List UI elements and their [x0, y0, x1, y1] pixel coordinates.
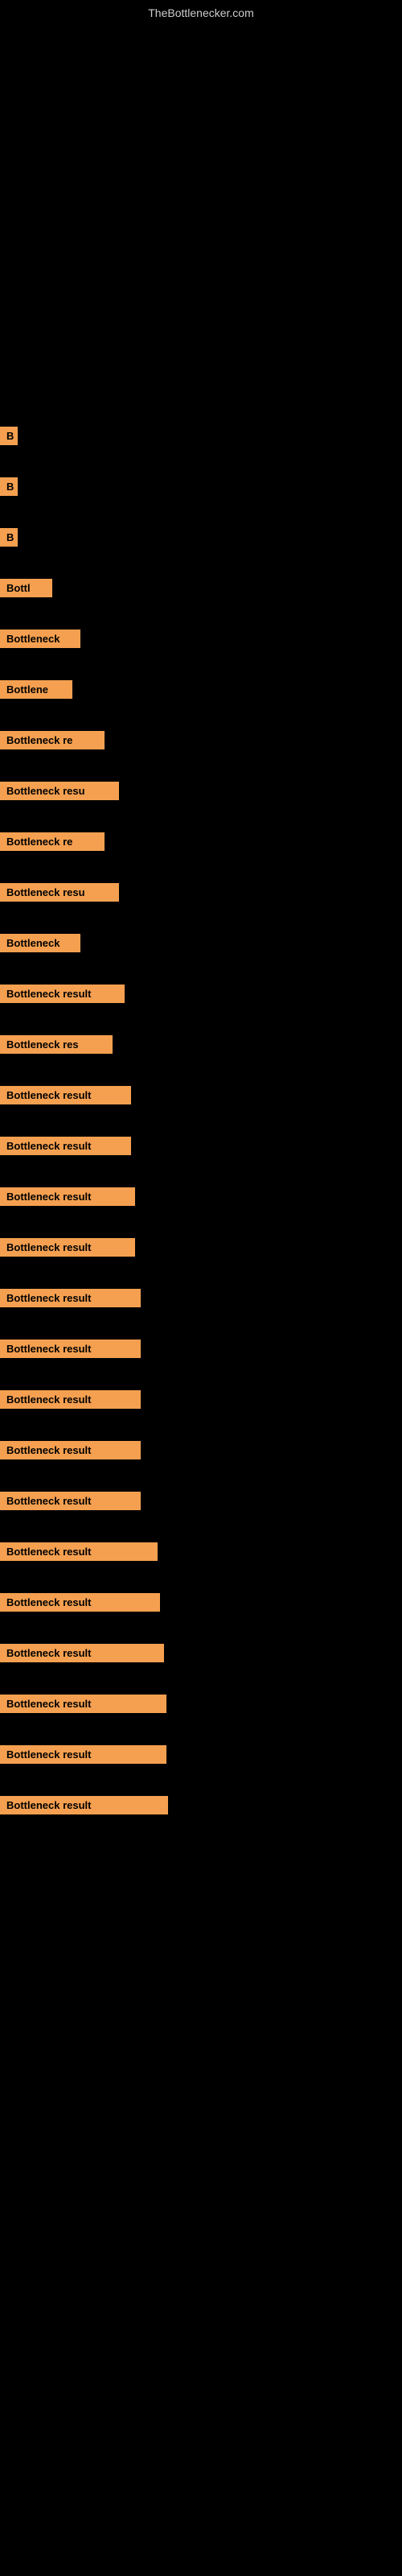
bottleneck-result-badge[interactable]: Bottleneck result: [0, 1086, 131, 1104]
result-row: Bottleneck: [0, 934, 402, 952]
bottleneck-result-badge[interactable]: Bottleneck: [0, 630, 80, 648]
bottleneck-result-badge[interactable]: Bottleneck result: [0, 985, 125, 1003]
bottleneck-result-badge[interactable]: Bottleneck result: [0, 1137, 131, 1155]
bottleneck-result-badge[interactable]: Bottleneck res: [0, 1035, 113, 1054]
bottleneck-result-badge[interactable]: B: [0, 427, 18, 445]
result-row: Bottleneck result: [0, 1796, 402, 1814]
bottleneck-result-badge[interactable]: Bottleneck result: [0, 1695, 166, 1713]
result-row: Bottleneck result: [0, 985, 402, 1003]
result-row: Bottlene: [0, 680, 402, 699]
result-row: Bottleneck result: [0, 1593, 402, 1612]
result-row: Bottl: [0, 579, 402, 597]
results-container: B B B Bottl Bottleneck Bottlene Bottleneck re B…: [0, 427, 402, 1847]
result-row: Bottleneck res: [0, 1035, 402, 1054]
result-row: Bottleneck re: [0, 731, 402, 749]
result-row: Bottleneck result: [0, 1390, 402, 1409]
result-row: Bottleneck result: [0, 1238, 402, 1257]
bottleneck-result-badge[interactable]: Bottleneck resu: [0, 883, 119, 902]
bottleneck-result-badge[interactable]: Bottleneck resu: [0, 782, 119, 800]
result-row: Bottleneck re: [0, 832, 402, 851]
site-title: TheBottlenecker.com: [148, 6, 254, 19]
bottleneck-result-badge[interactable]: Bottleneck result: [0, 1542, 158, 1561]
bottleneck-result-badge[interactable]: Bottleneck re: [0, 731, 105, 749]
bottleneck-result-badge[interactable]: Bottleneck result: [0, 1340, 141, 1358]
result-row: Bottleneck result: [0, 1542, 402, 1561]
bottleneck-result-badge[interactable]: Bottlene: [0, 680, 72, 699]
bottleneck-result-badge[interactable]: Bottleneck result: [0, 1593, 160, 1612]
bottleneck-result-badge[interactable]: Bottleneck result: [0, 1441, 141, 1459]
result-row: Bottleneck result: [0, 1187, 402, 1206]
result-row: Bottleneck result: [0, 1695, 402, 1713]
bottleneck-result-badge[interactable]: Bottleneck result: [0, 1289, 141, 1307]
result-row: Bottleneck result: [0, 1745, 402, 1764]
bottleneck-result-badge[interactable]: Bottleneck result: [0, 1492, 141, 1510]
result-row: Bottleneck resu: [0, 782, 402, 800]
result-row: B: [0, 528, 402, 547]
bottleneck-result-badge[interactable]: Bottleneck result: [0, 1187, 135, 1206]
result-row: Bottleneck result: [0, 1340, 402, 1358]
bottleneck-result-badge[interactable]: Bottleneck: [0, 934, 80, 952]
bottleneck-result-badge[interactable]: Bottl: [0, 579, 52, 597]
bottleneck-result-badge[interactable]: Bottleneck result: [0, 1390, 141, 1409]
result-row: Bottleneck result: [0, 1492, 402, 1510]
bottleneck-result-badge[interactable]: Bottleneck result: [0, 1238, 135, 1257]
result-row: Bottleneck result: [0, 1086, 402, 1104]
result-row: Bottleneck: [0, 630, 402, 648]
result-row: Bottleneck result: [0, 1137, 402, 1155]
result-row: B: [0, 477, 402, 496]
result-row: Bottleneck result: [0, 1289, 402, 1307]
result-row: Bottleneck resu: [0, 883, 402, 902]
bottleneck-result-badge[interactable]: Bottleneck result: [0, 1796, 168, 1814]
bottleneck-result-badge[interactable]: Bottleneck result: [0, 1745, 166, 1764]
bottleneck-result-badge[interactable]: B: [0, 477, 18, 496]
bottleneck-result-badge[interactable]: Bottleneck result: [0, 1644, 164, 1662]
result-row: B: [0, 427, 402, 445]
bottleneck-result-badge[interactable]: B: [0, 528, 18, 547]
result-row: Bottleneck result: [0, 1644, 402, 1662]
result-row: Bottleneck result: [0, 1441, 402, 1459]
bottleneck-result-badge[interactable]: Bottleneck re: [0, 832, 105, 851]
